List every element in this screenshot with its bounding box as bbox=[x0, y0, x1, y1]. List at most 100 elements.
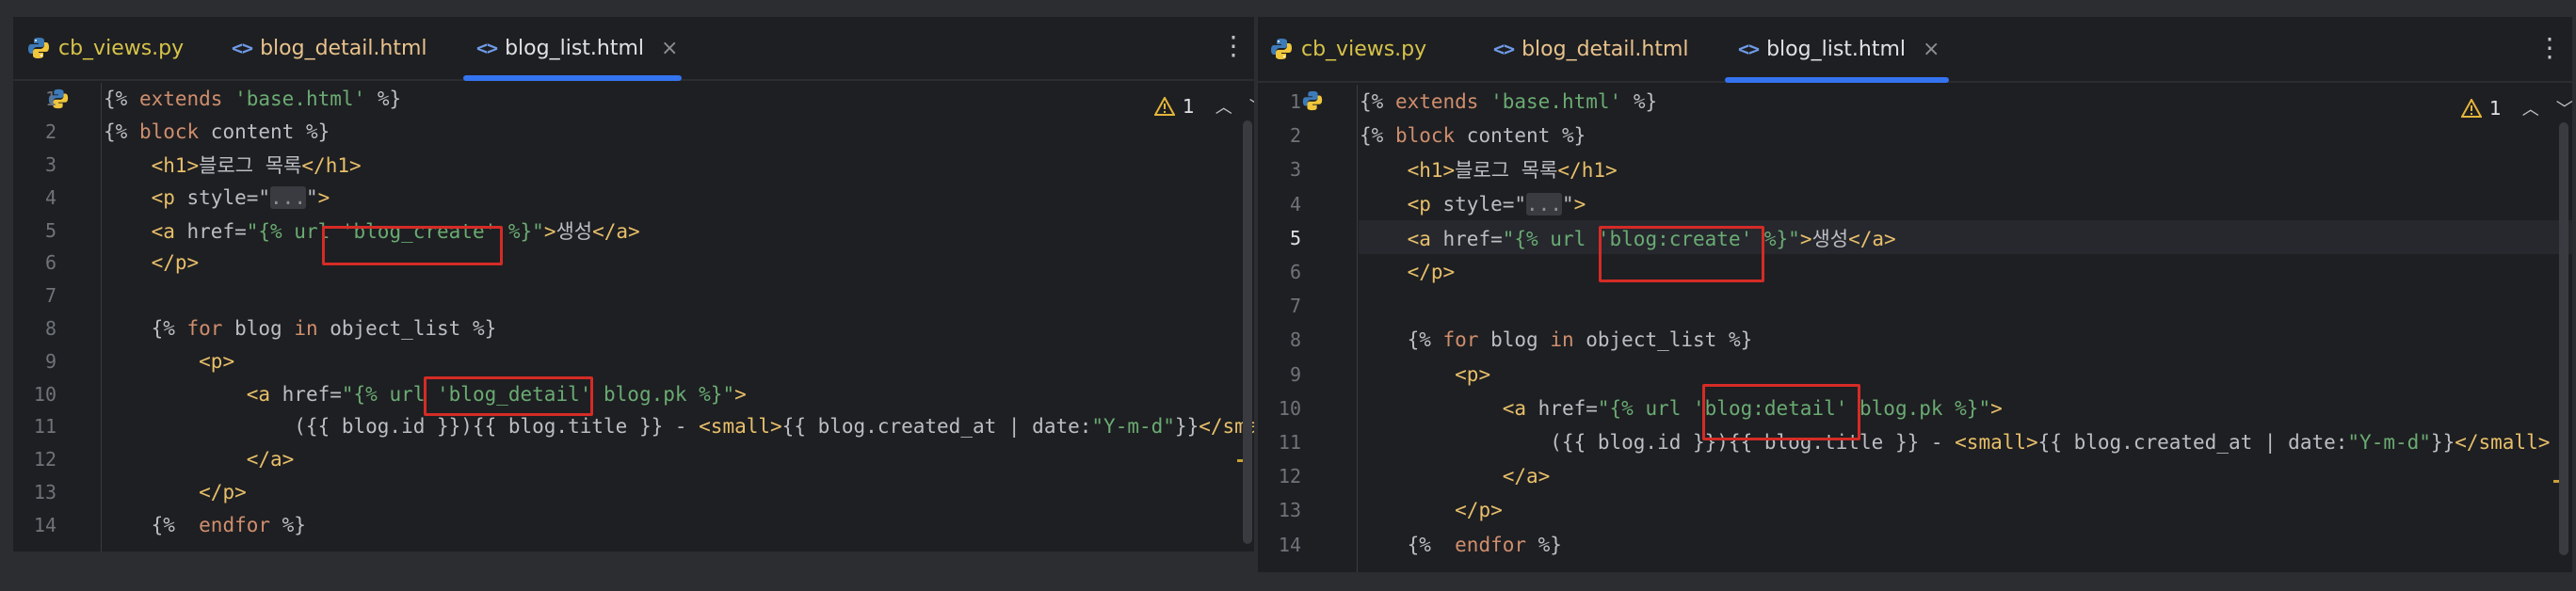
code-line[interactable]: 10 <a href="{% url 'blog:detail' blog.pk… bbox=[1258, 391, 2572, 425]
chevron-up-icon[interactable]: ︿ bbox=[1216, 94, 1232, 119]
chevron-down-icon[interactable]: ﹀ bbox=[2556, 96, 2572, 120]
code-line[interactable]: 7 bbox=[13, 280, 1254, 312]
more-options-icon[interactable]: ⋮ bbox=[2536, 32, 2563, 63]
code-line[interactable]: 13 </p> bbox=[1258, 493, 2572, 527]
more-options-icon[interactable]: ⋮ bbox=[1220, 30, 1247, 61]
html-file-icon: <> bbox=[1738, 38, 1760, 60]
html-file-icon: <> bbox=[1493, 38, 1515, 60]
code-line[interactable]: 1 {% extends 'base.html' %} bbox=[13, 83, 1254, 116]
line-number: 4 bbox=[44, 185, 56, 209]
line-code: {% endfor %} bbox=[104, 513, 306, 536]
code-line[interactable]: 9 <p> bbox=[1258, 358, 2572, 391]
chevron-up-icon[interactable]: ︿ bbox=[2522, 96, 2539, 120]
code-line[interactable]: 4 <p style="..."> bbox=[1258, 187, 2572, 221]
code-editor[interactable]: 1 {% extends 'base.html' %} 2 {% block cont… bbox=[13, 83, 1254, 551]
line-number: 8 bbox=[1289, 328, 1301, 352]
code-line[interactable]: 11 ({{ blog.id }}){{ blog.title }} - <sm… bbox=[13, 410, 1254, 443]
line-code: <h1>블로그 목록</h1> bbox=[1407, 159, 1618, 183]
line-number: 12 bbox=[33, 448, 56, 471]
line-number: 2 bbox=[44, 120, 56, 144]
code-line[interactable]: 14 {% endfor %} bbox=[1258, 528, 2572, 562]
code-line[interactable]: 10 <a href="{% url 'blog_detail' blog.pk… bbox=[13, 377, 1254, 410]
line-number: 13 bbox=[33, 480, 56, 503]
line-number: 9 bbox=[1289, 362, 1301, 386]
line-code: </a> bbox=[246, 448, 295, 471]
tab-cb-views[interactable]: cb_views.py bbox=[26, 17, 184, 79]
tab-label: blog_list.html bbox=[1766, 37, 1907, 61]
tab-label: blog_detail.html bbox=[260, 36, 427, 60]
line-code: <p style="..."> bbox=[1407, 192, 1586, 216]
code-line[interactable]: 2 {% block content %} bbox=[13, 116, 1254, 149]
code-line[interactable]: 12 </a> bbox=[1258, 459, 2572, 493]
line-number: 12 bbox=[1278, 465, 1301, 488]
warning-icon bbox=[2461, 99, 2482, 118]
line-code: <p style="..."> bbox=[151, 185, 330, 209]
code-line[interactable]: 1 {% extends 'base.html' %} bbox=[1258, 85, 2572, 119]
code-line[interactable]: 3 <h1>블로그 목록</h1> bbox=[1258, 152, 2572, 186]
vertical-scrollbar[interactable] bbox=[2559, 122, 2568, 555]
chevron-down-icon[interactable]: ﹀ bbox=[1249, 94, 1254, 119]
code-line[interactable]: 9 <p> bbox=[13, 344, 1254, 377]
line-number: 6 bbox=[1289, 261, 1301, 284]
close-icon[interactable]: × bbox=[661, 37, 678, 60]
right-editor-pane: cb_views.py <> blog_detail.html <> blog_… bbox=[1258, 17, 2572, 572]
line-number: 5 bbox=[44, 218, 56, 242]
code-line[interactable]: 5 <a href="{% url 'blog_create' %}">생성</… bbox=[13, 214, 1254, 247]
line-number: 3 bbox=[1289, 158, 1301, 182]
line-number: 1 bbox=[1289, 90, 1301, 114]
line-code: </a> bbox=[1502, 465, 1551, 488]
active-tab-indicator bbox=[1725, 77, 1949, 83]
line-code: </p> bbox=[151, 251, 200, 275]
close-icon[interactable]: × bbox=[1923, 38, 1940, 61]
line-number: 10 bbox=[33, 382, 56, 406]
line-code: <h1>블로그 목록</h1> bbox=[151, 153, 362, 177]
code-line[interactable]: 11 ({{ blog.id }}){{ blog.title }} - <sm… bbox=[1258, 425, 2572, 459]
code-line[interactable]: 6 </p> bbox=[13, 247, 1254, 280]
vertical-scrollbar[interactable] bbox=[1243, 120, 1252, 544]
code-line[interactable]: 14 {% endfor %} bbox=[13, 508, 1254, 541]
code-line[interactable]: 12 </a> bbox=[13, 443, 1254, 476]
tab-label: blog_detail.html bbox=[1521, 37, 1689, 61]
line-number: 11 bbox=[1278, 431, 1301, 455]
line-code: <a href="{% url 'blog_detail' blog.pk %}… bbox=[246, 382, 747, 406]
code-line[interactable]: 2 {% block content %} bbox=[1258, 119, 2572, 152]
code-line[interactable]: 6 </p> bbox=[1258, 255, 2572, 289]
code-editor[interactable]: 1 {% extends 'base.html' %} 2 {% block cont… bbox=[1258, 85, 2572, 572]
tab-bar: cb_views.py <> blog_detail.html <> blog_… bbox=[13, 17, 1254, 81]
left-editor-pane: cb_views.py <> blog_detail.html <> blog_… bbox=[13, 17, 1254, 551]
tab-blog-list[interactable]: <> blog_list.html × bbox=[463, 17, 682, 81]
line-code: {% extends 'base.html' %} bbox=[104, 88, 402, 111]
line-number: 4 bbox=[1289, 192, 1301, 216]
line-number: 14 bbox=[1278, 533, 1301, 556]
line-code: <a href="{% url 'blog:create' %}">생성</a> bbox=[1407, 227, 1896, 250]
tab-cb-views[interactable]: cb_views.py bbox=[1269, 17, 1426, 81]
line-code: <p> bbox=[1455, 362, 1491, 386]
code-line[interactable]: 8 {% for blog in object_list %} bbox=[1258, 323, 2572, 357]
line-number: 7 bbox=[1289, 295, 1301, 318]
line-code: </p> bbox=[199, 480, 247, 503]
inspection-widget[interactable]: 1 ︿ ﹀ bbox=[2461, 96, 2572, 120]
tab-blog-list[interactable]: <> blog_list.html × bbox=[1725, 17, 1949, 83]
tab-blog-detail[interactable]: <> blog_detail.html bbox=[232, 17, 427, 79]
tab-label: cb_views.py bbox=[58, 36, 185, 60]
code-line[interactable]: 8 {% for blog in object_list %} bbox=[13, 312, 1254, 345]
line-code: {% for blog in object_list %} bbox=[104, 316, 497, 340]
code-line[interactable]: 7 bbox=[1258, 289, 2572, 323]
line-number: 1 bbox=[44, 88, 56, 111]
line-code: <p> bbox=[199, 349, 235, 373]
line-number: 7 bbox=[44, 284, 56, 308]
code-line[interactable]: 13 </p> bbox=[13, 476, 1254, 509]
tab-blog-detail[interactable]: <> blog_detail.html bbox=[1493, 17, 1689, 81]
line-code: </p> bbox=[1455, 499, 1503, 522]
active-tab-indicator bbox=[463, 75, 682, 81]
code-line[interactable]: 4 <p style="..."> bbox=[13, 181, 1254, 214]
inspection-widget[interactable]: 1 ︿ ﹀ bbox=[1154, 94, 1254, 119]
line-number: 6 bbox=[44, 251, 56, 275]
line-number: 14 bbox=[33, 513, 56, 536]
code-line[interactable]: 5 <a href="{% url 'blog:create' %}">생성</… bbox=[1258, 221, 2572, 255]
line-number: 2 bbox=[1289, 124, 1301, 148]
line-code: {% block content %} bbox=[1360, 124, 1586, 148]
code-line[interactable]: 3 <h1>블로그 목록</h1> bbox=[13, 149, 1254, 182]
line-number: 5 bbox=[1289, 226, 1301, 249]
line-code: {% endfor %} bbox=[1360, 533, 1562, 556]
